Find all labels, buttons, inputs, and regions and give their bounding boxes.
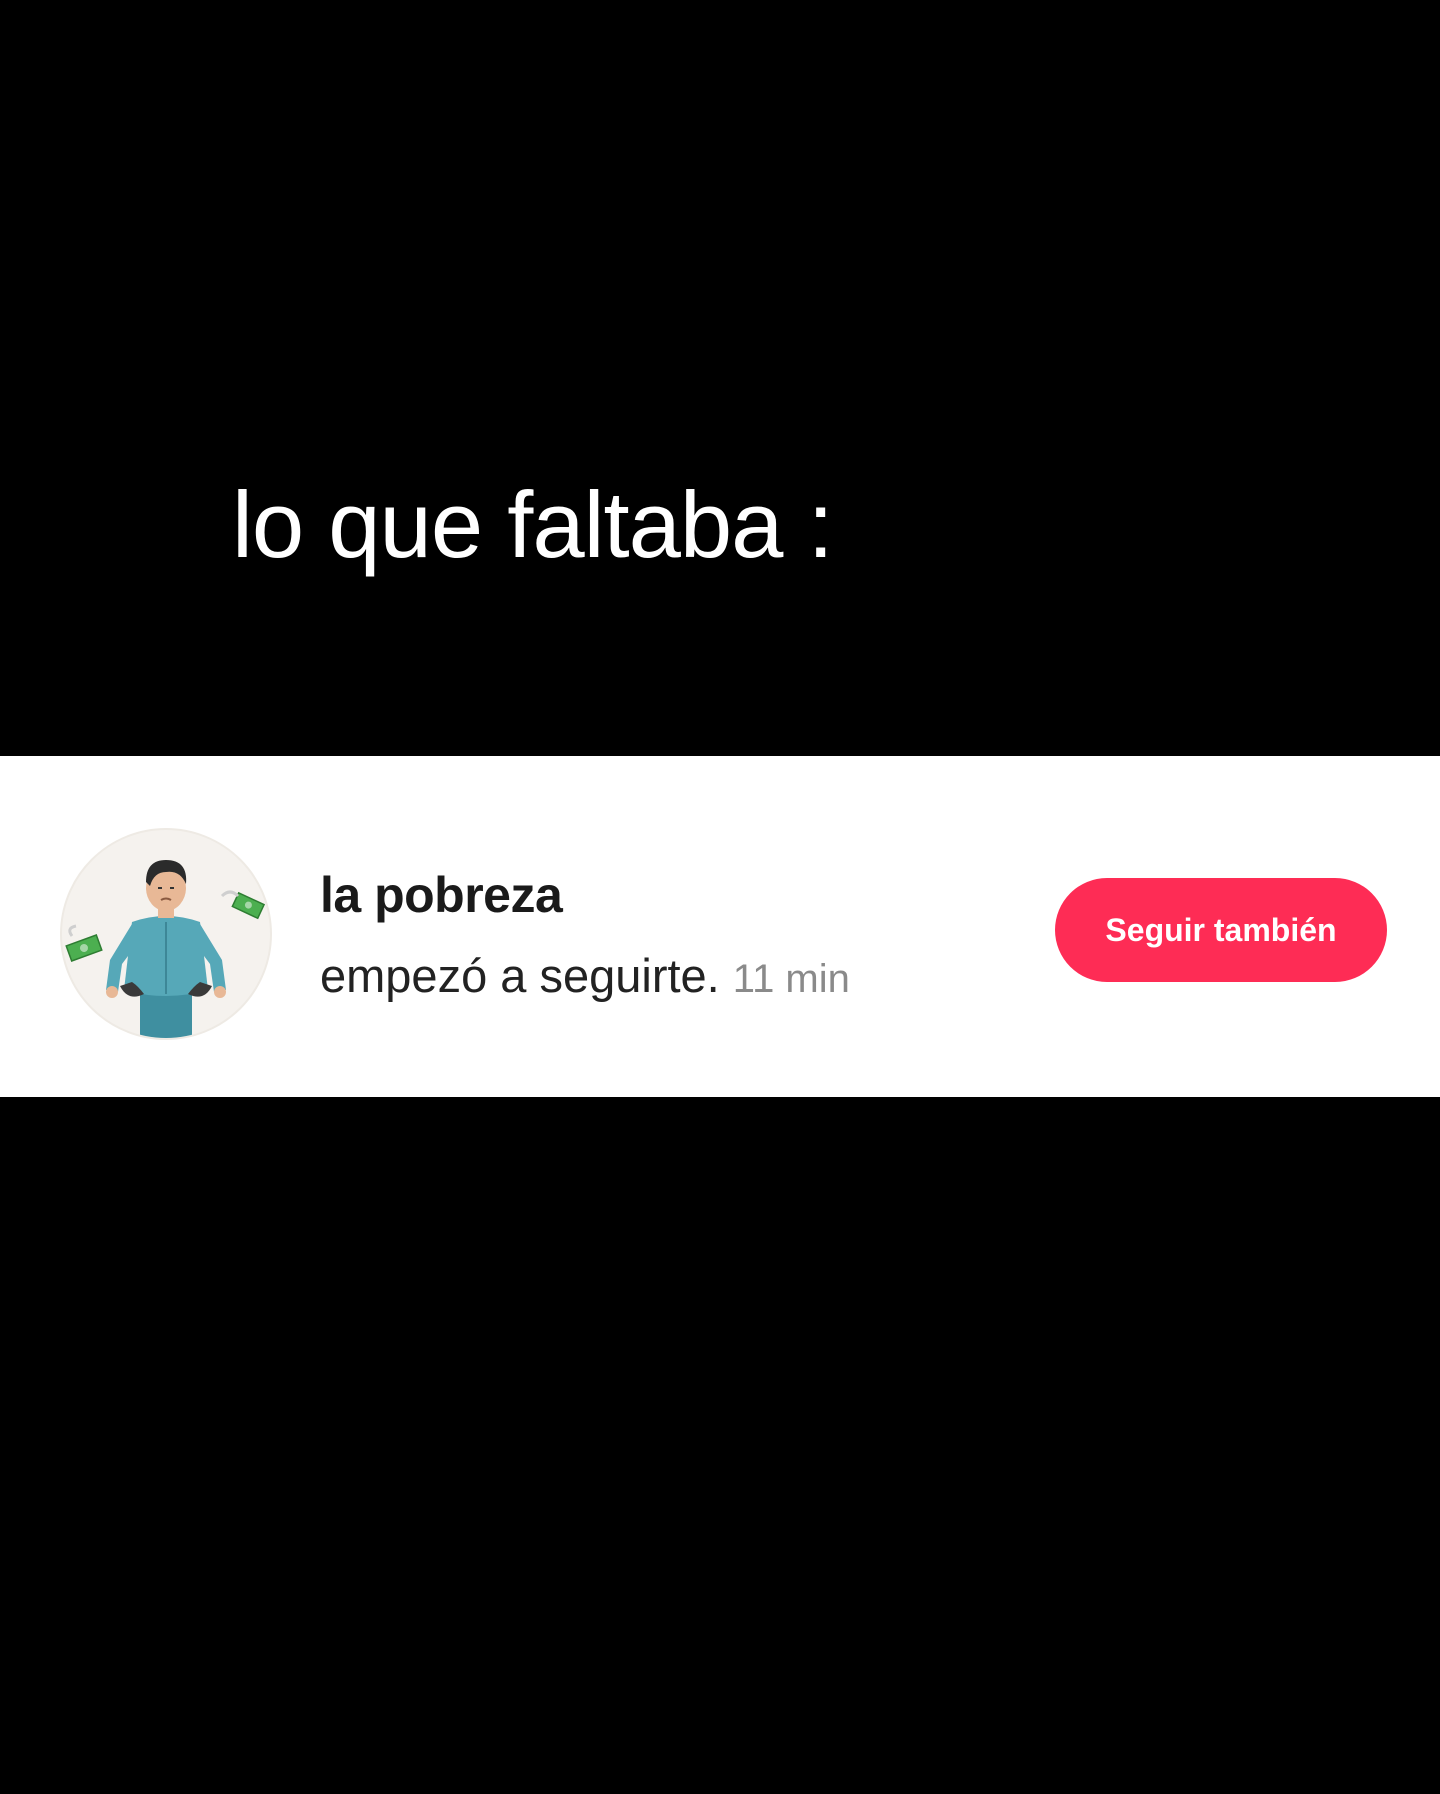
username[interactable]: la pobreza: [320, 870, 563, 920]
avatar[interactable]: [60, 828, 272, 1040]
person-pockets-empty-with-money-icon: [65, 860, 266, 1038]
action-text: empezó a seguirte.: [320, 949, 720, 1002]
caption-text: lo que faltaba :: [232, 472, 834, 577]
follow-back-button[interactable]: Seguir también: [1055, 878, 1387, 982]
notification-text: empezó a seguirte. 11 min: [320, 952, 850, 999]
follow-notification[interactable]: la pobreza empezó a seguirte. 11 min Seg…: [0, 756, 1440, 1097]
timestamp: 11 min: [732, 957, 850, 1001]
